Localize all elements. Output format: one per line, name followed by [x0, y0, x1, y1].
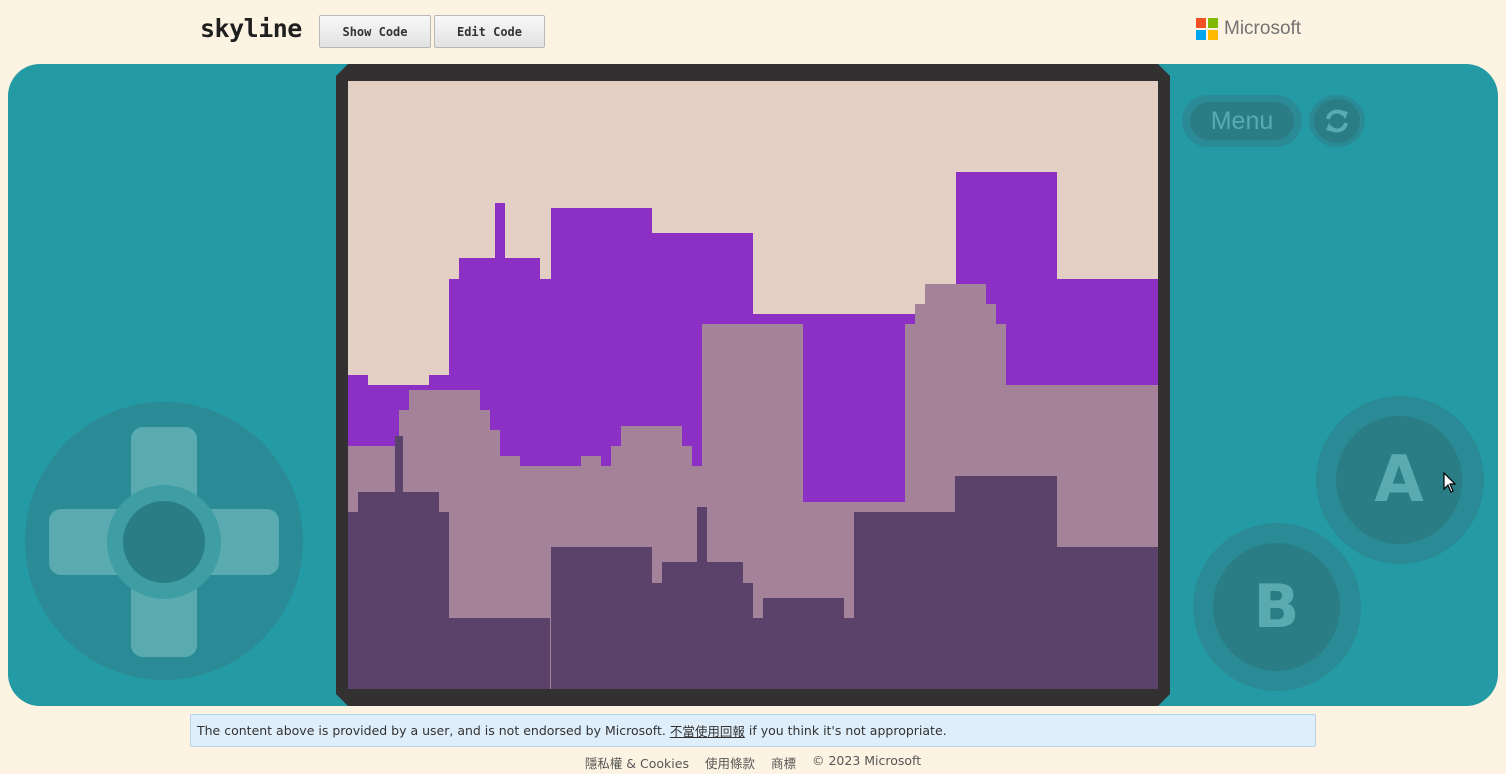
disclaimer-text-end: if you think it's not appropriate. [748, 723, 947, 738]
edit-code-button[interactable]: Edit Code [434, 15, 545, 48]
disclaimer-text: The content above is provided by a user,… [197, 723, 666, 738]
app-title: skyline [200, 14, 302, 43]
microsoft-logo-icon [1196, 18, 1218, 40]
refresh-button[interactable] [1309, 95, 1365, 147]
footer-terms-link[interactable]: 使用條款 [705, 753, 755, 771]
menu-button-label: Menu [1190, 102, 1294, 140]
microsoft-logo[interactable]: Microsoft [1196, 18, 1301, 40]
content-disclaimer: The content above is provided by a user,… [190, 714, 1316, 747]
mouse-cursor-icon [1443, 471, 1457, 499]
menu-button[interactable]: Menu [1182, 95, 1302, 147]
game-screen[interactable] [348, 81, 1158, 689]
footer-copyright: © 2023 Microsoft [812, 753, 922, 768]
footer-privacy-link[interactable]: 隱私權 & Cookies [585, 753, 689, 771]
refresh-icon [1314, 99, 1360, 143]
report-abuse-link[interactable]: 不當使用回報 [670, 721, 745, 740]
footer: 隱私權 & Cookies 使用條款 商標 © 2023 Microsoft [0, 753, 1506, 771]
brand-name: Microsoft [1224, 18, 1302, 39]
top-bar: skyline Show Code Edit Code Microsoft [0, 0, 1506, 60]
dpad-icon[interactable] [123, 501, 205, 583]
show-code-button[interactable]: Show Code [319, 15, 431, 48]
footer-trademarks-link[interactable]: 商標 [771, 753, 796, 771]
b-button[interactable]: B [1213, 543, 1340, 671]
skyline-scene [348, 81, 1158, 689]
